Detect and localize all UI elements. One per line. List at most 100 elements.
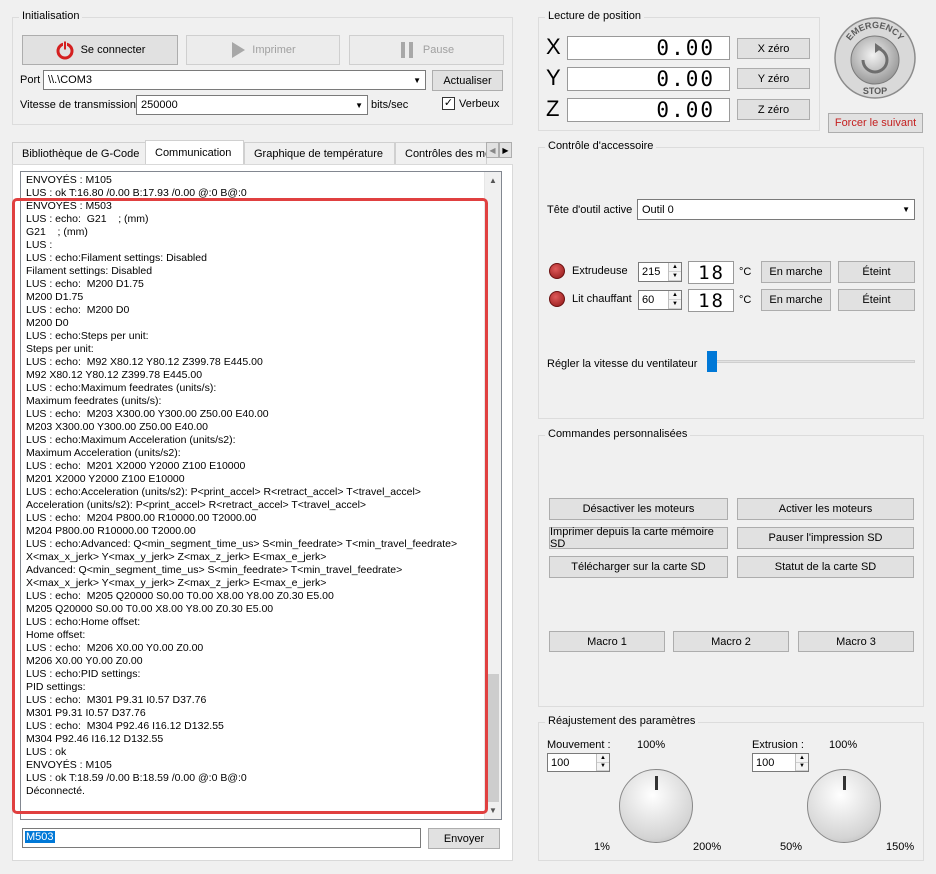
log-highlight-box bbox=[12, 198, 488, 814]
macro-3-button[interactable]: Macro 3 bbox=[798, 631, 914, 652]
extrusion-top-label: 100% bbox=[829, 739, 858, 751]
y-zero-button[interactable]: Y zéro bbox=[737, 68, 810, 89]
port-label: Port bbox=[20, 74, 41, 86]
bed-unit: °C bbox=[739, 294, 752, 306]
fan-speed-slider[interactable] bbox=[707, 351, 717, 372]
bed-off-label: Éteint bbox=[862, 294, 891, 306]
bed-on-button[interactable]: En marche bbox=[761, 289, 831, 311]
spin-up-icon[interactable]: ▲ bbox=[796, 754, 808, 763]
tab-communication[interactable]: Communication bbox=[145, 140, 244, 165]
scroll-thumb[interactable] bbox=[487, 674, 499, 802]
emergency-stop-icon: EMERGENCY STOP bbox=[834, 17, 916, 99]
movement-input[interactable]: 100 ▲ ▼ bbox=[547, 753, 610, 772]
movement-value: 100 bbox=[551, 756, 570, 769]
extruder-label: Extrudeuse bbox=[572, 265, 628, 277]
port-value: \\.\COM3 bbox=[48, 74, 93, 86]
bed-off-button[interactable]: Éteint bbox=[838, 289, 915, 311]
send-button[interactable]: Envoyer bbox=[428, 828, 500, 849]
fan-speed-label: Régler la vitesse du ventilateur bbox=[547, 358, 698, 370]
movement-knob[interactable] bbox=[619, 769, 693, 843]
scroll-up-icon: ▲ bbox=[489, 176, 497, 185]
verbose-label: Verbeux bbox=[459, 98, 500, 110]
command-input[interactable]: M503 bbox=[22, 828, 421, 848]
bed-status-icon bbox=[549, 291, 565, 307]
port-select[interactable]: \\.\COM3 ▼ bbox=[43, 70, 426, 90]
spin-up-icon[interactable]: ▲ bbox=[597, 754, 609, 763]
macro-2-button[interactable]: Macro 2 bbox=[673, 631, 789, 652]
connect-button[interactable]: Se connecter bbox=[22, 35, 178, 65]
bed-on-label: En marche bbox=[769, 294, 823, 306]
enable-motors-button[interactable]: Activer les moteurs bbox=[737, 498, 914, 520]
extrusion-max-label: 150% bbox=[886, 841, 915, 853]
y-position-display: 0.00 bbox=[567, 67, 730, 91]
y-axis-label: Y bbox=[546, 65, 561, 90]
extrusion-input[interactable]: 100 ▲ ▼ bbox=[752, 753, 809, 772]
z-zero-button[interactable]: Z zéro bbox=[737, 99, 810, 120]
pause-sd-print-label: Pauser l'impression SD bbox=[768, 532, 883, 544]
baud-select[interactable]: 250000 ▼ bbox=[136, 95, 368, 115]
force-next-button[interactable]: Forcer le suivant bbox=[828, 113, 923, 133]
upload-to-sd-button[interactable]: Télécharger sur la carte SD bbox=[549, 556, 728, 578]
tab-gcode-library[interactable]: Bibliothèque de G-Code bbox=[12, 142, 146, 164]
extruder-off-button[interactable]: Éteint bbox=[838, 261, 915, 283]
stop-text: STOP bbox=[863, 86, 887, 96]
verbose-checkbox[interactable]: ✓ bbox=[442, 97, 455, 110]
knob-indicator bbox=[843, 776, 846, 790]
chevron-down-icon: ▼ bbox=[902, 205, 910, 214]
position-title: Lecture de position bbox=[545, 10, 644, 22]
pause-button[interactable]: Pause bbox=[349, 35, 504, 65]
log-line: ENVOYÉS : M105 bbox=[26, 174, 112, 186]
disable-motors-label: Désactiver les moteurs bbox=[582, 503, 695, 515]
spin-down-icon[interactable]: ▼ bbox=[669, 300, 681, 309]
spin-up-icon[interactable]: ▲ bbox=[669, 291, 681, 300]
movement-top-label: 100% bbox=[637, 739, 666, 751]
y-zero-label: Y zéro bbox=[757, 72, 790, 85]
extrusion-knob[interactable] bbox=[807, 769, 881, 843]
accessory-title: Contrôle d'accessoire bbox=[545, 140, 657, 152]
spin-down-icon[interactable]: ▼ bbox=[669, 272, 681, 281]
init-title: Initialisation bbox=[19, 10, 83, 22]
extruder-on-button[interactable]: En marche bbox=[761, 261, 831, 283]
bed-label: Lit chauffant bbox=[572, 293, 632, 305]
spin-up-icon[interactable]: ▲ bbox=[669, 263, 681, 272]
tab-controls[interactable]: Contrôles des mo bbox=[395, 142, 487, 164]
macro-2-label: Macro 2 bbox=[711, 635, 751, 648]
tool-value: Outil 0 bbox=[642, 203, 674, 216]
tab-scroll-right[interactable]: ▶ bbox=[499, 142, 512, 158]
baud-label: Vitesse de transmission bbox=[20, 99, 136, 111]
z-position-display: 0.00 bbox=[567, 98, 730, 122]
knob-indicator bbox=[655, 776, 658, 790]
spin-down-icon[interactable]: ▼ bbox=[796, 762, 808, 771]
print-from-sd-button[interactable]: Imprimer depuis la carte mémoire SD bbox=[549, 526, 728, 550]
extruder-status-icon bbox=[549, 263, 565, 279]
macro-1-label: Macro 1 bbox=[587, 635, 627, 648]
sd-status-button[interactable]: Statut de la carte SD bbox=[737, 556, 914, 578]
extrusion-min-label: 50% bbox=[780, 841, 803, 853]
disable-motors-button[interactable]: Désactiver les moteurs bbox=[549, 498, 728, 520]
extrusion-label: Extrusion : bbox=[752, 739, 804, 751]
refresh-button[interactable]: Actualiser bbox=[432, 70, 503, 91]
pause-label: Pause bbox=[422, 44, 455, 56]
tool-label: Tête d'outil active bbox=[547, 204, 633, 216]
bed-temp-display: 18 bbox=[688, 289, 734, 312]
custom-commands-title: Commandes personnalisées bbox=[545, 428, 691, 440]
sd-status-label: Statut de la carte SD bbox=[774, 561, 877, 573]
print-button[interactable]: Imprimer bbox=[186, 35, 340, 65]
emergency-stop-button[interactable]: EMERGENCY STOP bbox=[833, 12, 917, 104]
tab-scroll-left[interactable]: ◀ bbox=[486, 142, 499, 158]
tab-temperature-graph[interactable]: Graphique de température bbox=[244, 142, 395, 164]
extruder-on-label: En marche bbox=[769, 266, 823, 278]
extruder-target-input[interactable]: 215 ▲ ▼ bbox=[638, 262, 682, 282]
print-from-sd-label: Imprimer depuis la carte mémoire SD bbox=[550, 526, 714, 550]
connect-label: Se connecter bbox=[80, 44, 146, 56]
tool-select[interactable]: Outil 0 ▼ bbox=[637, 199, 915, 220]
macro-1-button[interactable]: Macro 1 bbox=[549, 631, 665, 652]
bed-target-input[interactable]: 60 ▲ ▼ bbox=[638, 290, 682, 310]
z-zero-label: Z zéro bbox=[757, 103, 790, 116]
movement-label: Mouvement : bbox=[547, 739, 611, 751]
spin-down-icon[interactable]: ▼ bbox=[597, 762, 609, 771]
send-label: Envoyer bbox=[443, 832, 485, 845]
pause-sd-print-button[interactable]: Pauser l'impression SD bbox=[737, 527, 914, 549]
extruder-off-label: Éteint bbox=[862, 266, 891, 278]
x-zero-button[interactable]: X zéro bbox=[737, 38, 810, 59]
